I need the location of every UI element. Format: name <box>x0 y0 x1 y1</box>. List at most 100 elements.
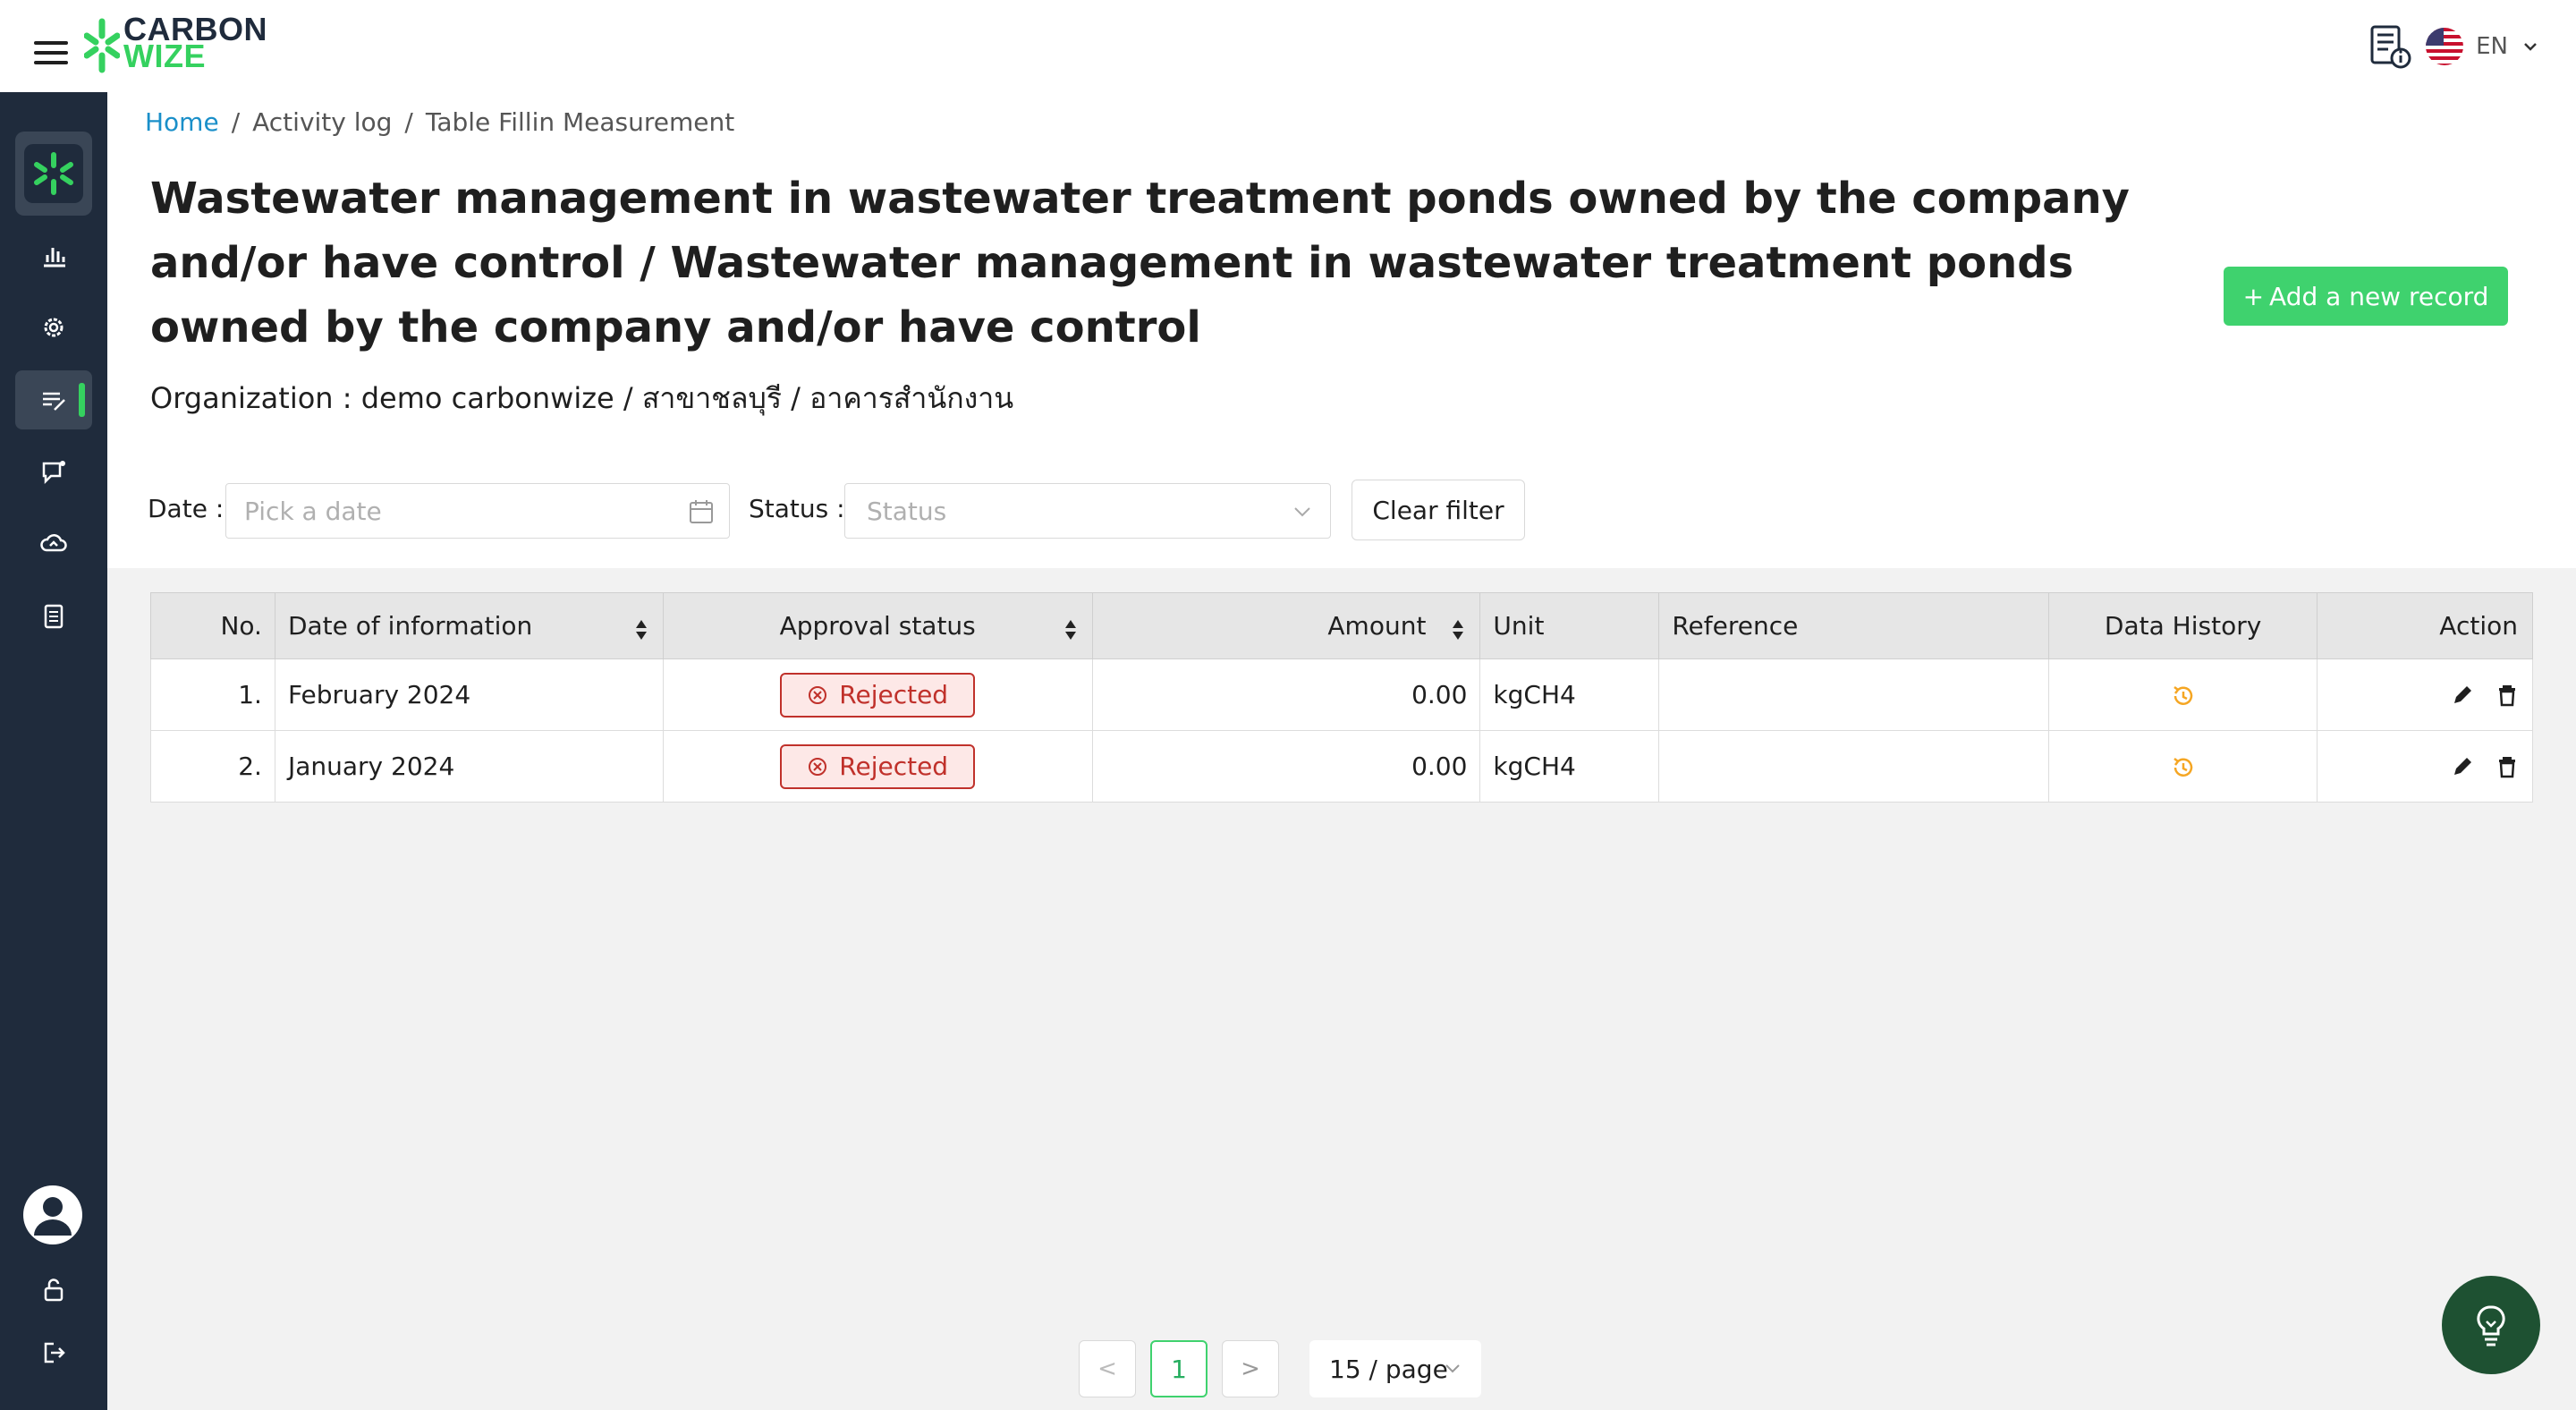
manual-book-icon[interactable] <box>2365 22 2413 71</box>
carbonwize-logo[interactable]: CARBON WIZE <box>84 13 272 75</box>
language-code[interactable]: EN <box>2476 33 2508 60</box>
sort-icon[interactable] <box>634 618 648 641</box>
edit-pencil-icon[interactable] <box>2450 683 2475 708</box>
header-date[interactable]: Date of information <box>274 592 664 659</box>
organization-path: Organization : demo carbonwize / สาขาชลบ… <box>150 381 1014 415</box>
cell-no: 2. <box>150 730 275 803</box>
plus-icon: + <box>2242 281 2265 311</box>
chevron-down-icon[interactable] <box>2521 37 2540 56</box>
cell-amount: 0.00 <box>1091 730 1481 803</box>
chevron-down-icon <box>1294 507 1310 517</box>
sort-icon[interactable] <box>1451 618 1465 641</box>
add-record-button[interactable]: + Add a new record <box>2224 267 2508 326</box>
trash-icon[interactable] <box>2495 754 2520 779</box>
cell-action <box>2317 730 2533 803</box>
cell-date: January 2024 <box>274 730 664 803</box>
unlock-icon <box>44 1278 64 1302</box>
cell-date: February 2024 <box>274 658 664 731</box>
pagination-next-button[interactable]: > <box>1222 1340 1279 1397</box>
edit-pencil-icon[interactable] <box>2450 754 2475 779</box>
header-date-label: Date of information <box>287 611 533 641</box>
cell-data-history <box>2048 730 2318 803</box>
breadcrumb-separator: / <box>404 107 413 137</box>
date-filter-label: Date : <box>148 494 225 523</box>
cell-approval: Rejected <box>662 730 1093 803</box>
sidebar-item-activity-log[interactable] <box>15 370 92 429</box>
sidebar-item-report[interactable] <box>15 587 92 646</box>
calendar-icon <box>690 500 713 523</box>
cell-data-history <box>2048 658 2318 731</box>
status-select[interactable]: Status <box>844 483 1331 539</box>
sidebar-item-logout[interactable] <box>15 1330 92 1375</box>
chevron-down-icon <box>1445 1364 1460 1373</box>
logo-burst-icon <box>84 18 120 73</box>
header-no: No. <box>150 592 275 659</box>
clear-filter-button[interactable]: Clear filter <box>1352 480 1525 540</box>
header-amount[interactable]: Amount <box>1091 592 1481 659</box>
pagination-page-1[interactable]: 1 <box>1150 1340 1208 1397</box>
cell-action <box>2317 658 2533 731</box>
user-avatar-icon[interactable] <box>23 1185 82 1244</box>
sidebar-item-settings[interactable] <box>15 298 92 357</box>
close-circle-icon <box>809 685 827 704</box>
cloud-upload-icon <box>40 534 67 552</box>
breadcrumb-current: Table Fillin Measurement <box>425 107 735 137</box>
sidebar-item-lock[interactable] <box>15 1268 92 1312</box>
document-icon <box>44 604 64 629</box>
cell-reference <box>1658 730 2050 803</box>
sidebar-item-messages[interactable] <box>15 442 92 501</box>
header-reference: Reference <box>1658 592 2050 659</box>
cell-reference <box>1658 658 2050 731</box>
logout-icon <box>44 1342 65 1363</box>
cell-no: 1. <box>150 658 275 731</box>
chat-icon <box>42 461 65 485</box>
trash-icon[interactable] <box>2495 683 2520 708</box>
history-icon[interactable] <box>2170 754 2197 781</box>
date-placeholder: Pick a date <box>244 496 382 526</box>
us-flag-icon[interactable] <box>2426 28 2464 65</box>
logo-burst-icon <box>34 152 73 195</box>
header-unit: Unit <box>1479 592 1660 659</box>
top-header: CARBON WIZE EN <box>0 0 2576 92</box>
sort-icon[interactable] <box>1063 618 1078 641</box>
table-row: 2. January 2024 Rejected 0.00 kgCH4 <box>150 730 2533 803</box>
page-size-select[interactable]: 15 / page <box>1309 1340 1481 1397</box>
tips-lightbulb-button[interactable] <box>2442 1276 2540 1374</box>
status-badge-label: Rejected <box>839 680 949 709</box>
records-table: No. Date of information Approval status … <box>150 592 2533 803</box>
close-circle-icon <box>809 757 827 776</box>
sidebar-logo[interactable] <box>15 132 92 216</box>
history-icon[interactable] <box>2170 683 2197 709</box>
cell-unit: kgCH4 <box>1479 730 1660 803</box>
breadcrumb-separator: / <box>231 107 241 137</box>
cell-amount: 0.00 <box>1091 658 1481 731</box>
sidebar <box>0 92 107 1410</box>
menu-toggle-icon[interactable] <box>34 41 68 68</box>
header-amount-label: Amount <box>1327 611 1427 641</box>
lightbulb-icon <box>2477 1305 2505 1346</box>
breadcrumb-activity-log[interactable]: Activity log <box>252 107 392 137</box>
gear-icon <box>44 318 64 337</box>
header-approval[interactable]: Approval status <box>662 592 1093 659</box>
sidebar-item-cloud[interactable] <box>15 514 92 573</box>
pagination-prev-button[interactable]: < <box>1079 1340 1136 1397</box>
date-picker-input[interactable]: Pick a date <box>225 483 730 539</box>
breadcrumb: Home / Activity log / Table Fillin Measu… <box>145 107 734 137</box>
header-data-history: Data History <box>2048 592 2318 659</box>
status-badge: Rejected <box>780 743 976 789</box>
status-badge: Rejected <box>780 672 976 718</box>
breadcrumb-home[interactable]: Home <box>145 107 219 137</box>
page-title: Wastewater management in wastewater trea… <box>150 174 2130 352</box>
add-record-label: Add a new record <box>2269 281 2489 311</box>
bar-chart-icon <box>44 248 65 268</box>
table-header-row: No. Date of information Approval status … <box>150 592 2533 659</box>
cell-approval: Rejected <box>662 658 1093 731</box>
header-action: Action <box>2317 592 2533 659</box>
status-placeholder: Status <box>867 496 947 526</box>
status-badge-label: Rejected <box>839 752 949 781</box>
sidebar-item-dashboard[interactable] <box>15 226 92 285</box>
cell-unit: kgCH4 <box>1479 658 1660 731</box>
edit-list-icon <box>43 392 65 411</box>
page-size-label: 15 / page <box>1329 1354 1448 1384</box>
status-filter-label: Status : <box>749 494 845 523</box>
